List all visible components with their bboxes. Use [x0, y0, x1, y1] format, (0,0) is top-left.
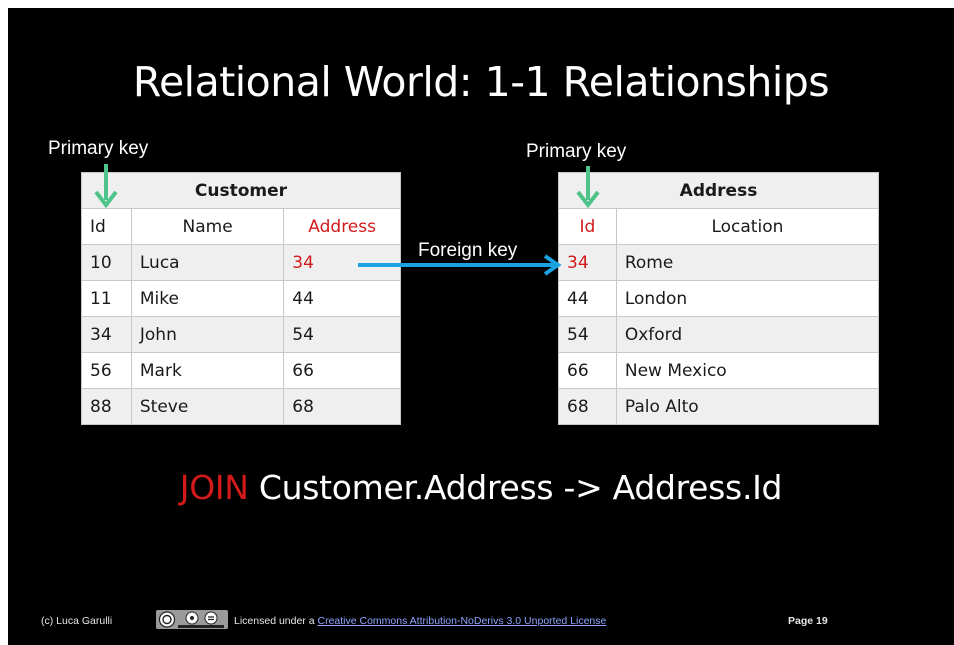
customer-address-cell: 54 — [283, 316, 401, 353]
creative-commons-icon — [156, 610, 228, 629]
customer-address-cell: 68 — [283, 388, 401, 425]
customer-header-address: Address — [283, 208, 401, 245]
customer-name-cell: John — [130, 316, 285, 353]
license-link[interactable]: Creative Commons Attribution-NoDerivs 3.… — [317, 615, 606, 627]
customer-id-cell: 10 — [81, 244, 132, 281]
primary-key-label-left: Primary key — [48, 138, 149, 159]
address-header-location: Location — [615, 208, 880, 245]
customer-id-cell: 88 — [81, 388, 132, 425]
table-row: 66 New Mexico — [558, 352, 880, 389]
address-location-cell: Oxford — [615, 316, 880, 353]
table-row: 10 Luca 34 — [81, 244, 401, 281]
customer-header-name: Name — [130, 208, 285, 245]
customer-table: Customer Id Name Address 10 Luca 34 11 M… — [81, 172, 401, 425]
address-location-cell: Palo Alto — [615, 388, 880, 425]
address-location-cell: New Mexico — [615, 352, 880, 389]
foreign-key-label: Foreign key — [418, 240, 518, 261]
join-expression: Customer.Address -> Address.Id — [258, 468, 783, 507]
table-row: 44 London — [558, 280, 880, 317]
customer-address-cell: 66 — [283, 352, 401, 389]
address-table-title: Address — [558, 172, 879, 209]
footer-author: (c) Luca Garulli — [41, 615, 113, 627]
slide-title: Relational World: 1-1 Relationships — [132, 58, 830, 106]
table-row: 54 Oxford — [558, 316, 880, 353]
customer-address-cell: 44 — [283, 280, 401, 317]
customer-id-cell: 56 — [81, 352, 132, 389]
license-prefix: Licensed under a — [234, 615, 315, 627]
table-row: 56 Mark 66 — [81, 352, 401, 389]
customer-name-cell: Mark — [130, 352, 285, 389]
customer-table-title: Customer — [81, 172, 401, 209]
customer-address-cell: 34 — [283, 244, 401, 281]
customer-title-row: Customer — [81, 172, 401, 209]
page-number: Page 19 — [788, 615, 828, 627]
customer-name-cell: Luca — [130, 244, 285, 281]
address-title-row: Address — [558, 172, 879, 209]
table-row: 34 John 54 — [81, 316, 401, 353]
footer: (c) Luca Garulli Licensed under a Creati… — [8, 608, 954, 632]
address-id-cell: 66 — [558, 352, 617, 389]
address-location-cell: London — [615, 280, 880, 317]
customer-id-cell: 34 — [81, 316, 132, 353]
footer-license: Licensed under a Creative Commons Attrib… — [234, 615, 606, 627]
customer-header-row: Id Name Address — [81, 208, 401, 245]
customer-header-id: Id — [81, 208, 132, 245]
address-table: Address Id Location 34 Rome 44 London 54… — [558, 172, 880, 425]
address-location-cell: Rome — [615, 244, 880, 281]
slide: Relational World: 1-1 Relationships Prim… — [8, 8, 954, 645]
address-id-cell: 44 — [558, 280, 617, 317]
join-keyword: JOIN — [179, 468, 249, 507]
address-id-cell: 54 — [558, 316, 617, 353]
address-header-id: Id — [558, 208, 617, 245]
table-row: 34 Rome — [558, 244, 880, 281]
primary-key-label-right: Primary key — [526, 141, 627, 162]
customer-name-cell: Steve — [130, 388, 285, 425]
address-id-cell: 68 — [558, 388, 617, 425]
table-row: 11 Mike 44 — [81, 280, 401, 317]
customer-id-cell: 11 — [81, 280, 132, 317]
customer-name-cell: Mike — [130, 280, 285, 317]
address-id-cell: 34 — [558, 244, 617, 281]
table-row: 88 Steve 68 — [81, 388, 401, 425]
table-row: 68 Palo Alto — [558, 388, 880, 425]
address-header-row: Id Location — [558, 208, 880, 245]
join-statement: JOIN Customer.Address -> Address.Id — [8, 466, 954, 510]
